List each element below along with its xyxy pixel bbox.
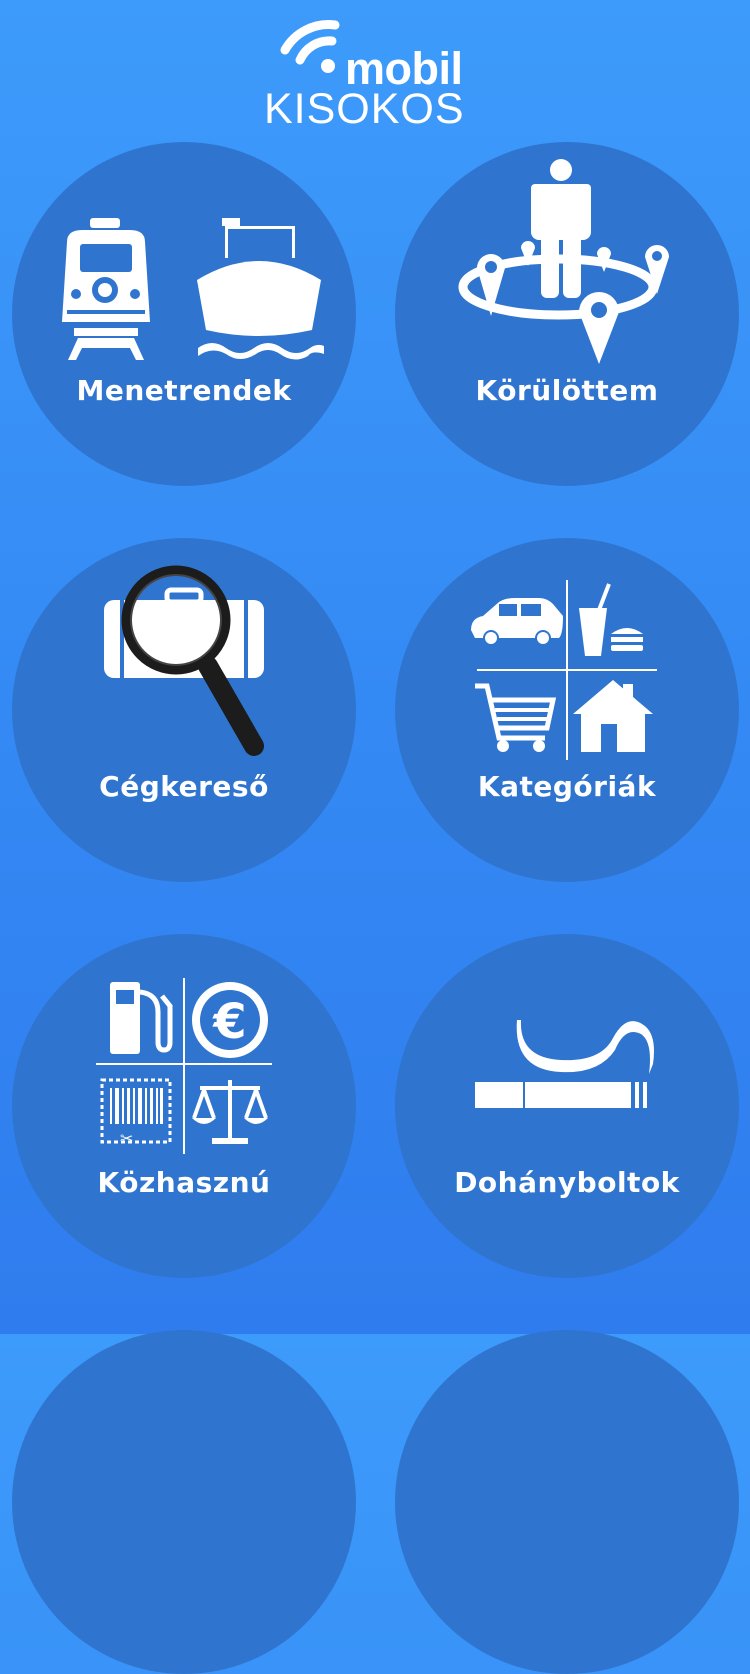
- svg-text:€: €: [212, 994, 246, 1050]
- company-search-icon: [104, 565, 264, 756]
- train-ship-icon: [62, 218, 324, 360]
- tile-label: Dohányboltok: [454, 1166, 680, 1199]
- svg-text:✂: ✂: [120, 1129, 133, 1148]
- tile-label: Kategóriák: [477, 770, 657, 803]
- tile-label: Közhasznú: [97, 1166, 271, 1199]
- nearby-location-icon: [458, 159, 669, 364]
- next-tile-partial[interactable]: [12, 1330, 356, 1674]
- tile-label: Menetrendek: [76, 374, 292, 407]
- cegkereso-button[interactable]: Cégkereső: [12, 538, 356, 882]
- kozhasznu-button[interactable]: € ✂ Közhasznú: [12, 934, 356, 1278]
- dohanyboltok-button[interactable]: Dohányboltok: [395, 934, 739, 1278]
- public-utility-icon: € ✂: [96, 978, 272, 1154]
- tobacco-shop-icon: [475, 1020, 654, 1108]
- logo-text-kisokos: KISOKOS: [264, 85, 465, 133]
- kategoriak-button[interactable]: Kategóriák: [395, 538, 739, 882]
- next-tile-partial[interactable]: [395, 1330, 739, 1674]
- categories-icon: [471, 580, 657, 760]
- app-logo: mobil KISOKOS: [250, 8, 500, 133]
- tile-label: Körülöttem: [475, 374, 659, 407]
- korulottem-button[interactable]: Körülöttem: [395, 142, 739, 486]
- tile-label: Cégkereső: [99, 770, 269, 803]
- menetrendek-button[interactable]: Menetrendek: [12, 142, 356, 486]
